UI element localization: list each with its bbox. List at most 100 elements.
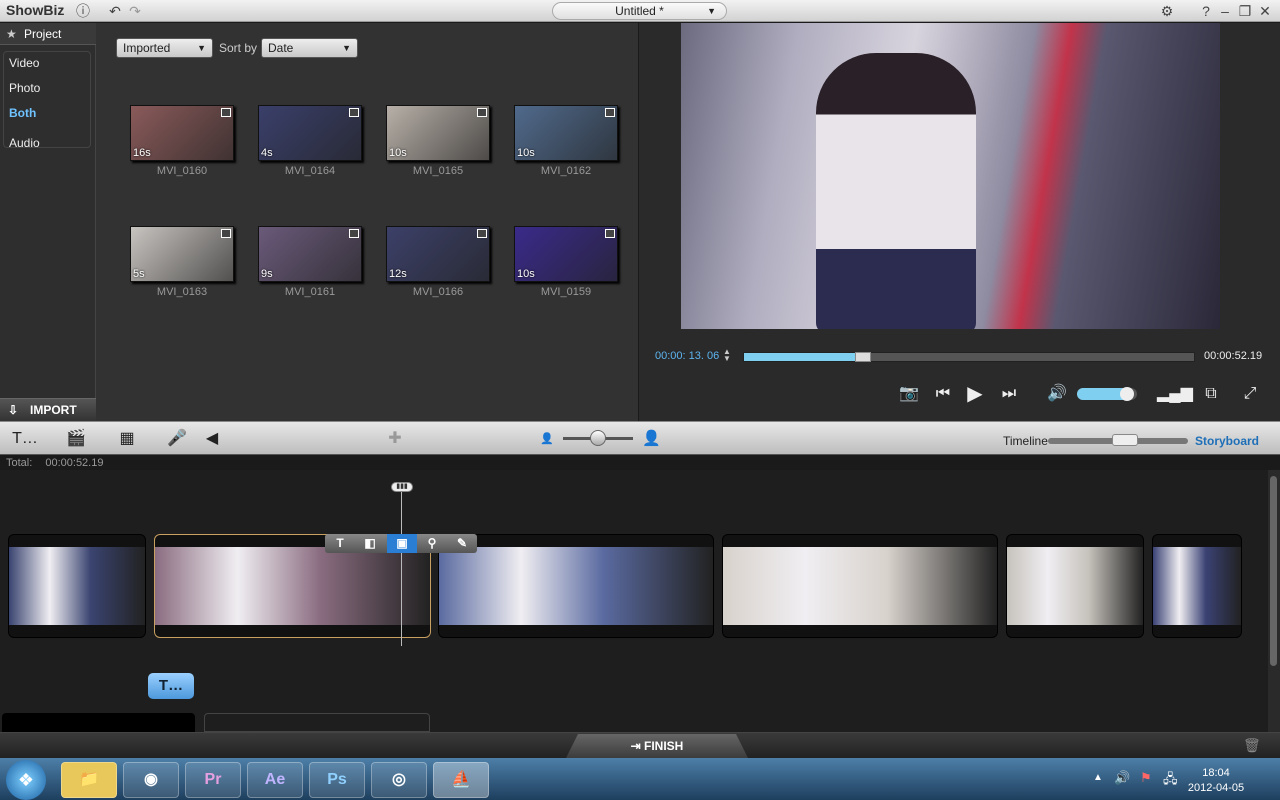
tray-expand-icon[interactable]: ▲	[1093, 772, 1103, 783]
filter-video[interactable]: Video	[9, 56, 39, 70]
trash-icon[interactable]: 🗑	[1243, 737, 1261, 754]
transition-tool-icon[interactable]: ◧	[355, 534, 385, 553]
redo-icon[interactable]: ↷	[126, 2, 144, 20]
source-dropdown[interactable]: Imported ▼	[116, 38, 213, 58]
title-tool-icon[interactable]: T…	[10, 426, 40, 452]
tray-flag-icon[interactable]: ⚑	[1140, 770, 1152, 786]
quality-icon[interactable]: ▂▄▆	[1157, 383, 1193, 405]
magic-tool-icon[interactable]: ⚲	[417, 534, 447, 553]
gear-icon[interactable]: ⚙	[1158, 2, 1176, 20]
storyboard-clip[interactable]	[8, 534, 146, 638]
media-thumbnail[interactable]: 10s	[514, 105, 618, 161]
storyboard-clip[interactable]	[1152, 534, 1242, 638]
close-icon[interactable]: ✕	[1256, 2, 1274, 20]
help-button[interactable]: ?	[1197, 2, 1215, 20]
tray-clock[interactable]: 18:04 2012-04-05	[1186, 766, 1246, 796]
media-app-icon[interactable]: ◎	[371, 762, 427, 798]
volume-slider[interactable]	[1077, 387, 1137, 401]
video-badge-icon	[477, 108, 487, 117]
app-name: ShowBiz	[6, 2, 65, 18]
sort-dropdown[interactable]: Date ▼	[261, 38, 358, 58]
explorer-icon[interactable]: 📁	[61, 762, 117, 798]
media-thumbnail[interactable]: 12s	[386, 226, 490, 282]
storyboard-clip[interactable]	[1006, 534, 1144, 638]
timeline-mode-label[interactable]: Timeline	[1003, 434, 1048, 448]
minimize-icon[interactable]: –	[1216, 2, 1234, 20]
chevron-down-icon: ▼	[342, 43, 351, 53]
play-icon[interactable]: ▶	[964, 383, 986, 405]
storyboard-scrollbar[interactable]	[1268, 470, 1280, 732]
transition-icon[interactable]: ▦	[112, 426, 142, 452]
zoom-handle[interactable]	[590, 430, 606, 446]
dual-monitor-icon[interactable]: ⧉	[1200, 383, 1222, 405]
media-name: MVI_0162	[540, 165, 592, 177]
volume-handle[interactable]	[1120, 387, 1134, 401]
media-thumbnail[interactable]: 10s	[386, 105, 490, 161]
effects-tool-icon[interactable]: ▣	[387, 534, 417, 553]
showbiz-taskbar-icon[interactable]: ⛵	[433, 762, 489, 798]
project-title-dropdown[interactable]: Untitled * ▼	[552, 2, 727, 20]
import-icon: ⇩	[8, 403, 19, 417]
storyboard-clip[interactable]	[722, 534, 998, 638]
clip-duration: 12s	[389, 268, 407, 280]
speaker-icon[interactable]: 🔊	[1046, 383, 1068, 405]
edit-pencil-icon[interactable]: ✎	[447, 534, 477, 553]
media-name: MVI_0164	[284, 165, 336, 177]
start-button[interactable]: ❖	[6, 760, 46, 800]
import-button[interactable]: ⇩ IMPORT	[0, 398, 96, 421]
microphone-icon[interactable]: 🎤	[162, 426, 192, 452]
finish-button[interactable]: ⇥ FINISH	[566, 734, 748, 758]
filter-photo[interactable]: Photo	[9, 81, 40, 95]
scrub-bar[interactable]	[743, 352, 1195, 362]
tray-network-icon[interactable]: 🖧	[1163, 770, 1178, 792]
maximize-icon[interactable]: ❐	[1236, 2, 1254, 20]
collapse-arrow-icon[interactable]: ◀	[202, 426, 222, 452]
tray-volume-icon[interactable]: 🔊	[1114, 770, 1130, 786]
previous-frame-icon[interactable]: ⏮	[932, 383, 954, 405]
video-subject	[816, 53, 976, 329]
after-effects-icon[interactable]: Ae	[247, 762, 303, 798]
storyboard-mode-label[interactable]: Storyboard	[1195, 434, 1259, 448]
fullscreen-icon[interactable]: ⤢	[1239, 383, 1261, 405]
clip-duration: 4s	[261, 147, 273, 159]
scrub-handle[interactable]	[854, 352, 871, 362]
total-value: 00:00:52.19	[45, 457, 104, 469]
zoom-in-icon[interactable]: 👤	[642, 429, 661, 447]
media-thumbnail[interactable]: 9s	[258, 226, 362, 282]
undo-icon[interactable]: ↶	[106, 2, 124, 20]
playhead-handle[interactable]: ▮▮▮	[391, 482, 413, 492]
media-name: MVI_0165	[412, 165, 464, 177]
sort-label: Sort by	[219, 41, 258, 55]
scrollbar-thumb[interactable]	[1270, 476, 1277, 666]
media-filter-pane: ★ Project Video Photo Both Audio	[0, 23, 96, 398]
media-thumbnail[interactable]: 10s	[514, 226, 618, 282]
clapper-icon[interactable]: 🎬	[61, 426, 91, 452]
project-tab[interactable]: ★ Project	[0, 23, 96, 45]
mode-switch-handle[interactable]	[1112, 434, 1138, 446]
storyboard-clip[interactable]	[438, 534, 714, 638]
premiere-icon[interactable]: Pr	[185, 762, 241, 798]
photoshop-icon[interactable]: Ps	[309, 762, 365, 798]
audio-track-clip[interactable]	[2, 713, 195, 732]
drop-target-icon: ✚	[388, 430, 402, 447]
media-thumbnail[interactable]: 16s	[130, 105, 234, 161]
media-thumbnail[interactable]: 5s	[130, 226, 234, 282]
text-tool-icon[interactable]: T	[325, 534, 355, 553]
media-name: MVI_0166	[412, 286, 464, 298]
next-frame-icon[interactable]: ⏭	[998, 383, 1020, 405]
import-label: IMPORT	[30, 403, 77, 417]
info-icon[interactable]: ⓘ	[74, 2, 92, 20]
current-time[interactable]: 00:00: 13. 06	[655, 350, 719, 362]
finish-label: FINISH	[644, 739, 684, 753]
audio-track-empty-slot[interactable]	[204, 713, 430, 732]
title-track-marker[interactable]: T…	[148, 673, 194, 699]
total-time: 00:00:52.19	[1204, 350, 1263, 362]
star-icon: ★	[6, 27, 17, 41]
zoom-out-icon[interactable]: 👤	[540, 432, 554, 445]
filter-both[interactable]: Both	[9, 106, 36, 120]
media-thumbnail[interactable]: 4s	[258, 105, 362, 161]
filter-audio[interactable]: Audio	[9, 136, 40, 150]
chrome-icon[interactable]: ◉	[123, 762, 179, 798]
time-stepper-icon[interactable]: ▲ ▼	[723, 348, 731, 363]
snapshot-icon[interactable]: 📷	[898, 383, 920, 405]
